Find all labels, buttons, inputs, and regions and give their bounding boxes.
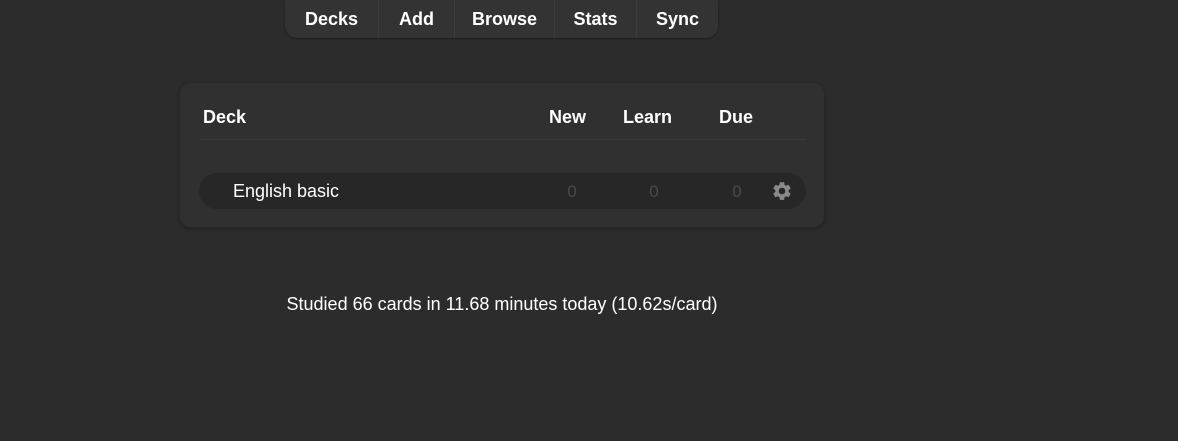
- toolbar-decks-button[interactable]: Decks: [285, 0, 379, 38]
- deck-name-link[interactable]: English basic: [233, 181, 339, 202]
- deck-table-header: Deck New Learn Due: [199, 105, 806, 140]
- header-learn: Learn: [623, 107, 673, 127]
- new-count: 0: [567, 182, 577, 201]
- deck-row: English basic 0 0 0: [199, 173, 806, 209]
- header-deck: Deck: [203, 107, 247, 127]
- header-new: New: [549, 107, 587, 127]
- header-due: Due: [719, 107, 754, 127]
- toolbar-stats-button[interactable]: Stats: [555, 0, 637, 38]
- toolbar-add-button[interactable]: Add: [379, 0, 455, 38]
- top-toolbar: Decks Add Browse Stats Sync: [285, 0, 718, 38]
- due-count: 0: [732, 182, 742, 201]
- study-stats-text: Studied 66 cards in 11.68 minutes today …: [286, 294, 718, 314]
- gear-icon[interactable]: [771, 180, 793, 202]
- toolbar-browse-button[interactable]: Browse: [455, 0, 555, 38]
- learn-count: 0: [649, 182, 659, 201]
- toolbar-sync-button[interactable]: Sync: [637, 0, 718, 38]
- deck-list-card: Deck New Learn Due English basic 0 0 0: [179, 82, 825, 228]
